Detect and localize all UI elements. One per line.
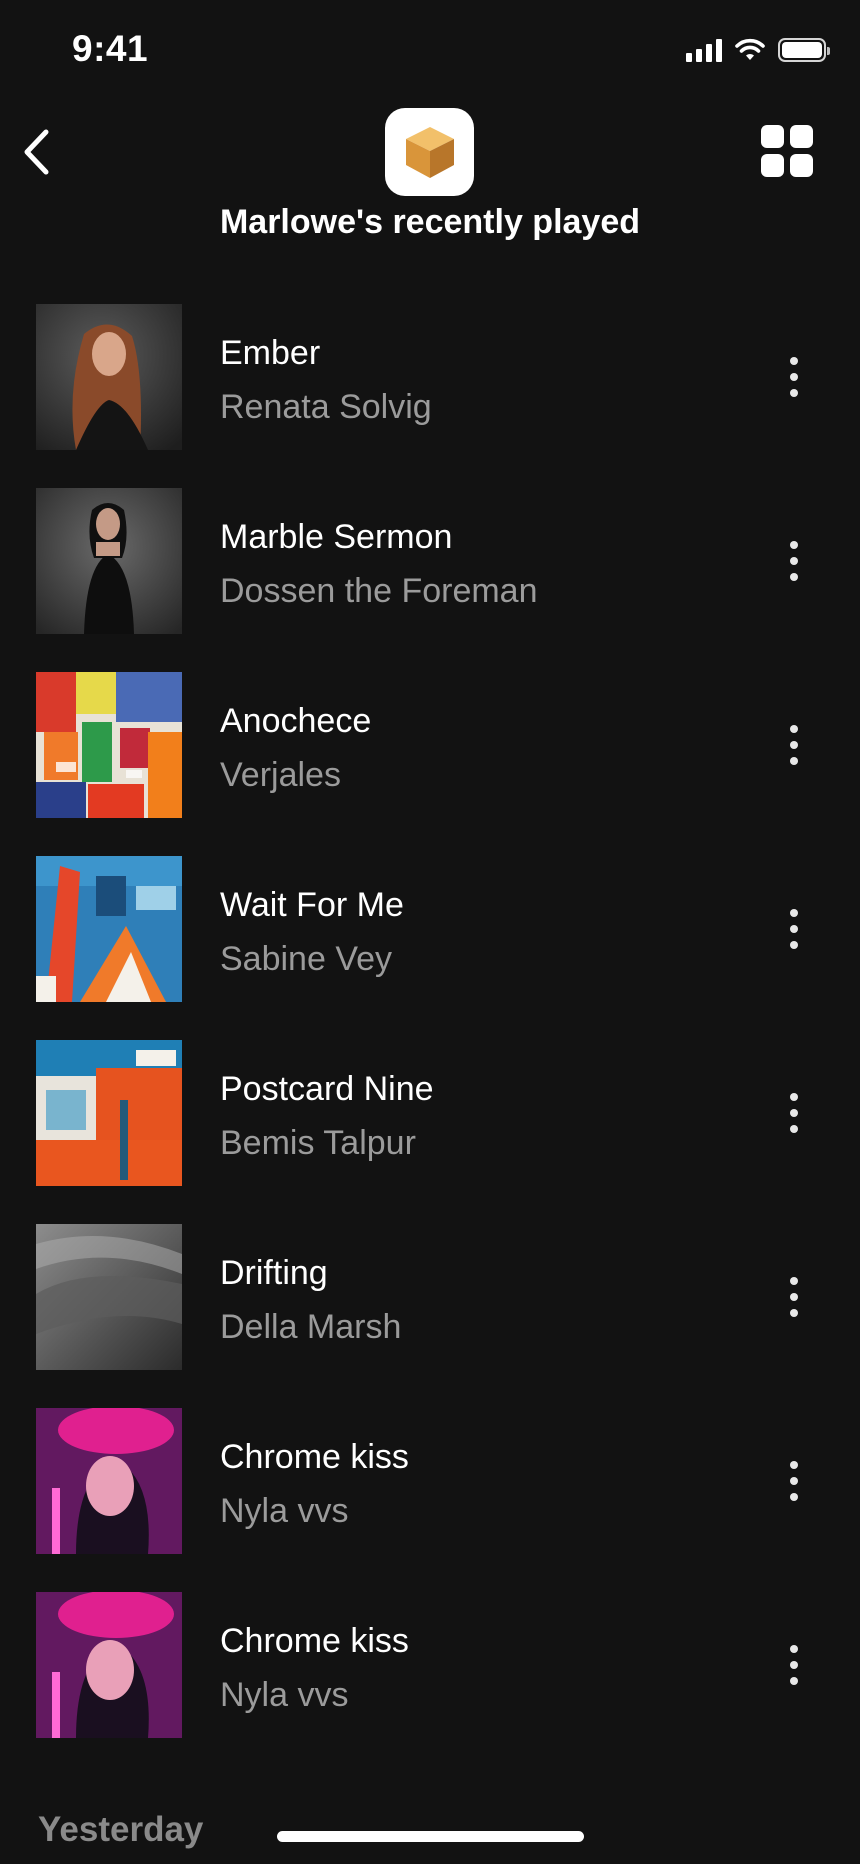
wifi-icon <box>735 38 765 60</box>
track-title: Anochece <box>220 702 372 740</box>
back-button[interactable] <box>14 124 60 180</box>
page-title: Marlowe's recently played <box>219 203 641 241</box>
more-dot-icon <box>790 573 798 581</box>
track-artist: Sabine Vey <box>220 940 393 978</box>
more-dot-icon <box>790 909 798 917</box>
status-time: 9:41 <box>72 28 149 69</box>
status-icons <box>686 38 830 62</box>
album-cover <box>36 1408 182 1554</box>
chevron-left-icon <box>24 129 49 175</box>
more-dot-icon <box>790 1309 798 1317</box>
more-dot-icon <box>790 1461 798 1469</box>
more-dot-icon <box>790 557 798 565</box>
track-artist: Verjales <box>220 756 341 794</box>
more-options-button[interactable] <box>774 352 814 402</box>
more-dot-icon <box>790 1645 798 1653</box>
section-header-yesterday: Yesterday <box>38 1810 204 1849</box>
more-dot-icon <box>790 1477 798 1485</box>
album-cover <box>36 672 182 818</box>
signal-icon <box>686 38 722 62</box>
more-dot-icon <box>790 1109 798 1117</box>
track-title: Postcard Nine <box>220 1070 434 1108</box>
more-dot-icon <box>790 1125 798 1133</box>
more-dot-icon <box>790 357 798 365</box>
more-options-button[interactable] <box>774 1088 814 1138</box>
track-row[interactable]: Marble Sermon Dossen the Foreman <box>0 486 860 670</box>
track-artist: Nyla vvs <box>220 1492 349 1530</box>
more-dot-icon <box>790 389 798 397</box>
more-dot-icon <box>790 1277 798 1285</box>
track-artist: Bemis Talpur <box>220 1124 416 1162</box>
more-dot-icon <box>790 541 798 549</box>
home-indicator[interactable] <box>277 1831 584 1842</box>
track-row[interactable]: Drifting Della Marsh <box>0 1222 860 1406</box>
more-dot-icon <box>790 1093 798 1101</box>
track-title: Marble Sermon <box>220 518 453 556</box>
more-dot-icon <box>790 1661 798 1669</box>
album-cover <box>36 1224 182 1370</box>
album-cover <box>36 304 182 450</box>
battery-icon <box>778 38 830 62</box>
track-row[interactable]: Chrome kiss Nyla vvs <box>0 1590 860 1774</box>
album-cover <box>36 856 182 1002</box>
more-options-button[interactable] <box>774 1456 814 1506</box>
more-options-button[interactable] <box>774 720 814 770</box>
track-row[interactable]: Chrome kiss Nyla vvs <box>0 1406 860 1590</box>
track-row[interactable]: Anochece Verjales <box>0 670 860 854</box>
more-options-button[interactable] <box>774 536 814 586</box>
status-bar: 9:41 <box>0 0 860 104</box>
more-dot-icon <box>790 941 798 949</box>
track-title: Chrome kiss <box>220 1622 409 1660</box>
more-dot-icon <box>790 925 798 933</box>
album-cover <box>36 1040 182 1186</box>
more-dot-icon <box>790 725 798 733</box>
grid-icon <box>761 125 813 177</box>
track-row[interactable]: Postcard Nine Bemis Talpur <box>0 1038 860 1222</box>
more-dot-icon <box>790 757 798 765</box>
track-artist: Dossen the Foreman <box>220 572 538 610</box>
track-title: Chrome kiss <box>220 1438 409 1476</box>
more-options-button[interactable] <box>774 1640 814 1690</box>
track-list: Ember Renata Solvig Marble Sermon Dossen… <box>0 302 860 1774</box>
track-title: Wait For Me <box>220 886 404 924</box>
album-cover <box>36 1592 182 1738</box>
more-dot-icon <box>790 741 798 749</box>
track-row[interactable]: Wait For Me Sabine Vey <box>0 854 860 1038</box>
app-logo <box>385 108 474 196</box>
track-row[interactable]: Ember Renata Solvig <box>0 302 860 486</box>
more-options-button[interactable] <box>774 1272 814 1322</box>
more-dot-icon <box>790 1293 798 1301</box>
track-artist: Nyla vvs <box>220 1676 349 1714</box>
more-dot-icon <box>790 373 798 381</box>
box-icon <box>405 127 454 178</box>
more-options-button[interactable] <box>774 904 814 954</box>
track-title: Drifting <box>220 1254 328 1292</box>
track-title: Ember <box>220 334 321 372</box>
grid-view-button[interactable] <box>760 124 814 178</box>
track-artist: Renata Solvig <box>220 388 432 426</box>
track-artist: Della Marsh <box>220 1308 402 1346</box>
more-dot-icon <box>790 1493 798 1501</box>
album-cover <box>36 488 182 634</box>
more-dot-icon <box>790 1677 798 1685</box>
